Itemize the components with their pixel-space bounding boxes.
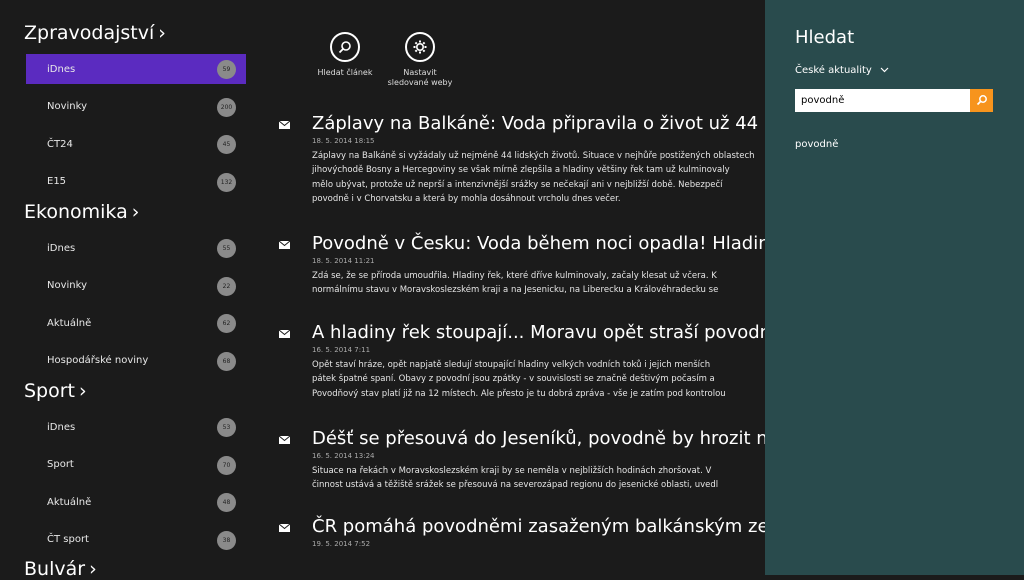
article-excerpt-line: Zdá se, že se příroda umoudřila. Hladiny… <box>312 271 717 281</box>
sidebar-item[interactable]: Aktuálně 48 <box>26 487 246 517</box>
sidebar-item[interactable]: Novinky 22 <box>26 271 246 301</box>
count-badge: 68 <box>217 351 236 371</box>
section-title: Bulvár <box>24 558 86 580</box>
envelope-icon <box>279 330 290 338</box>
article-excerpt-line: činnost ustává a těžiště srážek se přeso… <box>312 480 719 491</box>
article-date: 16. 5. 2014 7:11 <box>312 346 371 354</box>
count-badge: 70 <box>217 455 236 475</box>
count-badge: 200 <box>217 97 236 117</box>
envelope-icon <box>279 121 290 129</box>
section-title: Sport <box>24 380 76 402</box>
article-title[interactable]: Povodně v Česku: Voda během noci opadla!… <box>312 233 766 254</box>
sidebar-item-label: Hospodářské noviny <box>47 355 149 366</box>
sidebar-item[interactable]: ČT sport 38 <box>26 525 246 555</box>
chevron-right-icon: › <box>158 22 166 44</box>
count-badge: 62 <box>217 314 236 333</box>
envelope-icon <box>279 241 290 249</box>
search-icon <box>976 91 988 110</box>
search-box <box>795 89 993 112</box>
article-excerpt-line: normálnímu stavu v Moravskoslezském kraj… <box>312 285 719 296</box>
sidebar-item-label: iDnes <box>47 63 76 75</box>
sidebar-item-label: Novinky <box>47 101 87 112</box>
search-suggestion[interactable]: povodně <box>795 139 838 150</box>
chevron-right-icon: › <box>131 201 140 223</box>
section-header[interactable]: Sport › <box>24 380 87 402</box>
sidebar-item-label: iDnes <box>47 421 76 433</box>
sidebar-item-label: Novinky <box>47 280 87 291</box>
section-title: Zpravodajství <box>24 22 155 44</box>
sidebar-item[interactable]: Aktuálně 62 <box>26 308 246 338</box>
count-badge: 59 <box>217 60 236 79</box>
sidebar-item[interactable]: iDnes 53 <box>26 412 246 442</box>
sidebar-item[interactable]: Hospodářské noviny 68 <box>26 346 246 376</box>
article-date: 16. 5. 2014 13:24 <box>312 452 375 460</box>
search-charm-pane: Hledat České aktuality povodně <box>765 0 1024 575</box>
article-excerpt-line: pátek špatné spaní. Obavy z povodní jsou… <box>312 374 715 385</box>
section-header[interactable]: Ekonomika › <box>24 201 139 223</box>
section-header[interactable]: Zpravodajství › <box>24 22 166 44</box>
article-title[interactable]: ČR pomáhá povodněmi zasaženým balkánským… <box>312 516 766 537</box>
count-badge: 38 <box>217 530 236 550</box>
sidebar-item[interactable]: E15 132 <box>26 167 246 197</box>
count-badge: 45 <box>217 135 236 154</box>
article-excerpt-line: jihovýchodě Bosny a Hercegoviny se však … <box>312 165 730 176</box>
sidebar-item-label: E15 <box>47 176 67 187</box>
sidebar: Zpravodajství › iDnes 59 Novinky 200 ČT24 45 E15… <box>0 0 265 580</box>
search-input[interactable] <box>795 89 966 112</box>
article-date: 18. 5. 2014 11:21 <box>312 257 375 265</box>
search-scope-dropdown[interactable]: České aktuality <box>795 65 889 76</box>
article-title[interactable]: Déšť se přesouvá do Jeseníků, povodně by… <box>312 428 766 449</box>
sidebar-item[interactable]: Novinky 200 <box>26 92 246 122</box>
article-excerpt-line: Záplavy na Balkáně si vyžádaly už nejmén… <box>312 151 755 161</box>
search-pane-title: Hledat <box>795 27 855 48</box>
article-excerpt: Opět staví hráze, opět napjatě sledují s… <box>312 358 766 401</box>
article-excerpt-line: povodně i v Chorvatsku a která by mohla … <box>312 194 621 205</box>
sidebar-item-label: ČT sport <box>47 534 89 545</box>
sidebar-item-label: ČT24 <box>47 138 73 150</box>
sidebar-item[interactable]: iDnes 55 <box>26 233 246 263</box>
sidebar-item-label: Aktuálně <box>47 317 92 329</box>
sidebar-item-label: Aktuálně <box>47 496 92 508</box>
section-title: Ekonomika <box>24 201 128 223</box>
sidebar-item[interactable]: Sport 70 <box>26 450 246 480</box>
count-badge: 22 <box>217 276 236 296</box>
article-excerpt: Záplavy na Balkáně si vyžádaly už nejmén… <box>312 149 766 207</box>
section-header[interactable]: Bulvár › <box>24 558 97 580</box>
count-badge: 55 <box>217 239 236 258</box>
search-submit-button[interactable] <box>970 89 993 112</box>
article-excerpt-line: mělo ubývat, protože už neprší a intenzi… <box>312 179 723 190</box>
count-badge: 132 <box>217 172 236 192</box>
envelope-icon <box>279 524 290 532</box>
search-scope-label: České aktuality <box>795 65 872 76</box>
sidebar-item-label: iDnes <box>47 242 76 254</box>
chevron-right-icon: › <box>79 380 87 402</box>
article-excerpt-line: Povodňový stav platí již na 12 místech. … <box>312 388 726 399</box>
article-excerpt-line: Situace na řekách v Moravskoslezském kra… <box>312 466 712 476</box>
count-badge: 48 <box>217 493 236 512</box>
article-excerpt-line: Opět staví hráze, opět napjatě sledují s… <box>312 360 711 370</box>
chevron-right-icon: › <box>89 558 97 580</box>
sidebar-item-label: Sport <box>47 459 74 470</box>
envelope-icon <box>279 436 290 444</box>
article-date: 18. 5. 2014 18:15 <box>312 137 375 145</box>
article-date: 19. 5. 2014 7:52 <box>312 540 371 548</box>
article-title[interactable]: Záplavy na Balkáně: Voda připravila o ži… <box>312 113 766 134</box>
count-badge: 53 <box>217 418 236 437</box>
article-list: Záplavy na Balkáně: Voda připravila o ži… <box>276 0 766 575</box>
article-excerpt: Situace na řekách v Moravskoslezském kra… <box>312 464 766 493</box>
chevron-down-icon <box>880 65 889 76</box>
article-title[interactable]: A hladiny řek stoupají... Moravu opět st… <box>312 322 766 343</box>
article-excerpt: Zdá se, že se příroda umoudřila. Hladiny… <box>312 269 766 298</box>
sidebar-item[interactable]: iDnes 59 <box>26 54 246 84</box>
sidebar-item[interactable]: ČT24 45 <box>26 129 246 159</box>
